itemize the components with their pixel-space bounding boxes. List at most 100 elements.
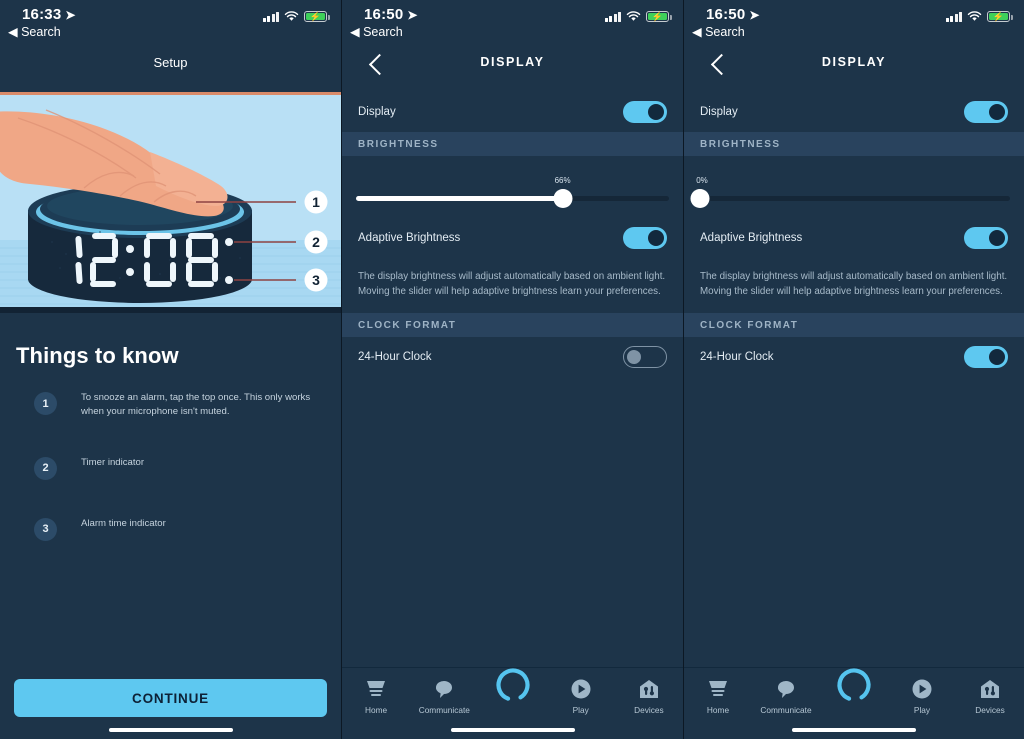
speech-bubble-icon (752, 676, 820, 702)
status-back-to-search[interactable]: ◀ Search (8, 24, 61, 39)
tab-home[interactable]: Home (684, 676, 752, 715)
echo-dot-illustration: 1 2 3 (0, 92, 341, 313)
page-title: DISPLAY (480, 55, 545, 69)
list-item: 2 Timer indicator (16, 456, 325, 480)
list-item-number: 1 (34, 392, 57, 415)
home-indicator-bar (450, 727, 575, 732)
status-time: 16:50 ➤ (364, 6, 418, 23)
status-indicators: ⚡ (945, 11, 1013, 22)
adaptive-brightness-toggle[interactable] (964, 227, 1008, 249)
signal-bars-icon (604, 11, 621, 22)
24-hour-clock-label: 24-Hour Clock (358, 351, 432, 364)
page-title: DISPLAY (821, 55, 887, 69)
illustration-bottom-strip (0, 307, 341, 313)
brightness-section-header: BRIGHTNESS (342, 132, 683, 156)
tab-communicate[interactable]: Communicate (752, 676, 820, 715)
toggle-knob (648, 230, 664, 246)
adaptive-brightness-label: Adaptive Brightness (358, 232, 461, 244)
battery-charging-icon: ⚡ (304, 11, 330, 22)
status-bar: 16:33 ➤ ◀ Search ⚡ (0, 0, 341, 42)
three-screen-comparison: 16:33 ➤ ◀ Search ⚡ Setup 1 2 3 Things to… (0, 0, 1024, 739)
toggle-knob (989, 230, 1005, 246)
display-settings-screen-66: 16:50 ➤ ◀ Search ⚡ DISPLAY Display BRIGHT… (341, 0, 683, 739)
wifi-icon (626, 11, 641, 21)
status-time-text: 16:33 (22, 6, 62, 23)
list-item-text: Alarm time indicator (81, 517, 166, 529)
home-icon (684, 676, 752, 702)
status-bar: 16:50 ➤ ◀ Search ⚡ (684, 0, 1024, 42)
brightness-slider[interactable]: 0% (684, 170, 1024, 218)
nav-bar: DISPLAY (684, 42, 1024, 92)
slider-fill (356, 196, 563, 201)
tab-label: Play (913, 705, 931, 715)
list-item: 1 To snooze an alarm, tap the top once. … (16, 391, 325, 419)
wifi-icon (284, 11, 299, 21)
tab-label: Play (572, 705, 589, 715)
status-back-to-search[interactable]: ◀ Search (350, 24, 403, 39)
display-toggle[interactable] (964, 101, 1008, 123)
slider-track (356, 196, 669, 201)
24-hour-clock-toggle[interactable] (623, 346, 667, 369)
tab-label: Communicate (418, 705, 470, 715)
continue-button[interactable]: CONTINUE (14, 679, 327, 717)
continue-button-container: CONTINUE (0, 679, 341, 717)
things-to-know-section: Things to know 1 To snooze an alarm, tap… (0, 313, 341, 541)
tab-play[interactable]: Play (547, 676, 615, 715)
page-title: Setup (153, 55, 188, 70)
display-toggle[interactable] (623, 101, 667, 123)
things-to-know-list: 1 To snooze an alarm, tap the top once. … (16, 391, 325, 541)
status-indicators: ⚡ (262, 11, 330, 22)
24-hour-clock-toggle[interactable] (964, 346, 1008, 369)
tab-home[interactable]: Home (342, 676, 410, 715)
status-back-to-search[interactable]: ◀ Search (692, 24, 745, 39)
adaptive-brightness-row: Adaptive Brightness (342, 218, 683, 258)
tab-communicate[interactable]: Communicate (410, 676, 478, 715)
tab-label: Devices (634, 705, 664, 715)
display-toggle-row: Display (684, 92, 1024, 132)
brightness-section-header: BRIGHTNESS (684, 132, 1024, 156)
tab-label: Devices (975, 705, 1005, 715)
tab-label: Home (365, 705, 388, 715)
home-indicator-bar (792, 727, 916, 732)
location-arrow-icon: ➤ (65, 8, 76, 22)
adaptive-brightness-toggle[interactable] (623, 227, 667, 249)
tab-devices[interactable]: Devices (956, 676, 1024, 715)
nav-bar: Setup (0, 42, 341, 92)
display-toggle-label: Display (700, 106, 738, 118)
tab-label: Home (706, 705, 730, 715)
list-item-number: 3 (34, 517, 57, 541)
display-toggle-label: Display (358, 106, 396, 118)
toggle-knob (648, 104, 664, 120)
list-item-number: 2 (34, 456, 57, 480)
tab-alexa[interactable] (478, 668, 546, 703)
svg-text:2: 2 (312, 234, 320, 250)
toggle-knob (989, 104, 1005, 120)
brightness-description: The display brightness will adjust autom… (358, 271, 666, 297)
nav-bar: DISPLAY (342, 42, 683, 92)
adaptive-brightness-label: Adaptive Brightness (700, 232, 803, 244)
brightness-slider[interactable]: 66% (342, 170, 683, 218)
slider-thumb[interactable] (690, 189, 710, 208)
display-settings-screen-0: 16:50 ➤ ◀ Search ⚡ DISPLAY Display BRIGHT… (683, 0, 1024, 739)
home-indicator-bar (108, 727, 233, 732)
slider-thumb[interactable] (553, 189, 573, 208)
brightness-description: The display brightness will adjust autom… (700, 271, 1008, 297)
status-indicators: ⚡ (604, 11, 672, 22)
list-item-text: To snooze an alarm, tap the top once. Th… (81, 392, 311, 417)
list-item: 3 Alarm time indicator (16, 517, 325, 541)
slider-track (698, 196, 1010, 201)
tab-play[interactable]: Play (888, 676, 956, 715)
tab-alexa[interactable] (820, 668, 888, 703)
24-hour-clock-row: 24-Hour Clock (342, 337, 683, 377)
status-bar: 16:50 ➤ ◀ Search ⚡ (342, 0, 683, 42)
tab-devices[interactable]: Devices (615, 676, 683, 715)
setup-screen: 16:33 ➤ ◀ Search ⚡ Setup 1 2 3 Things to… (0, 0, 341, 739)
alexa-ring-icon (478, 668, 546, 702)
devices-house-icon (615, 676, 683, 702)
play-circle-icon (547, 676, 615, 702)
24-hour-clock-label: 24-Hour Clock (700, 351, 774, 364)
speech-bubble-icon (410, 676, 478, 702)
location-arrow-icon: ➤ (749, 8, 760, 22)
illustration-top-strip (0, 92, 341, 95)
status-time: 16:33 ➤ (22, 6, 76, 23)
